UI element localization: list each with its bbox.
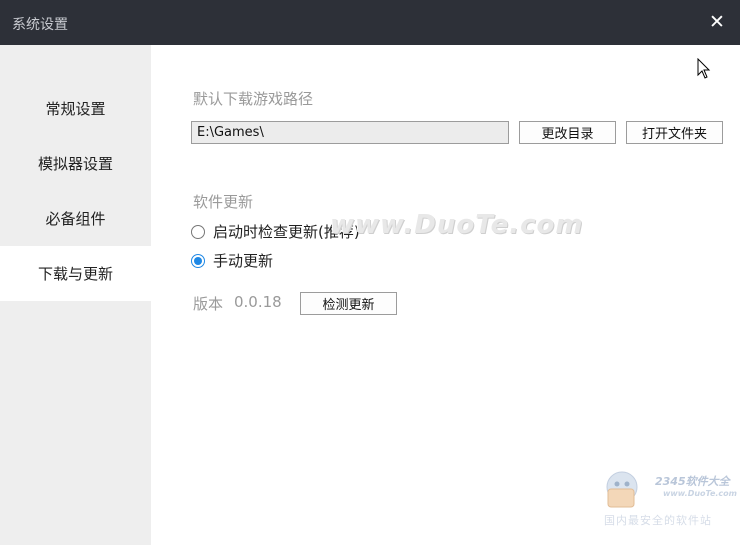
sidebar-item-label: 必备组件 [45, 210, 106, 228]
sidebar-item-download-update[interactable]: 下载与更新 [0, 246, 151, 301]
logo-url-text: www.DuoTe.com [663, 489, 737, 498]
sidebar-item-label: 模拟器设置 [37, 155, 113, 173]
sidebar-item-label: 下载与更新 [37, 265, 113, 283]
title-bar: 系统设置 ✕ [0, 0, 740, 45]
close-icon[interactable]: ✕ [704, 9, 730, 35]
radio-manual-update[interactable]: 手动更新 [191, 250, 273, 271]
download-path-input[interactable] [191, 121, 509, 144]
watermark-text: www.DuoTe.com [330, 210, 584, 240]
radio-button[interactable] [191, 224, 205, 239]
window-title: 系统设置 [12, 17, 68, 33]
check-update-button[interactable]: 检测更新 [300, 292, 397, 315]
radio-label: 手动更新 [213, 252, 274, 270]
logo-tagline-text: 国内最安全的软件站 [604, 514, 712, 527]
radio-button-checked[interactable] [191, 253, 205, 268]
sidebar: 常规设置 模拟器设置 必备组件 下载与更新 [0, 45, 151, 545]
version-value: 0.0.18 [234, 293, 282, 311]
version-label: 版本 [193, 295, 224, 313]
sidebar-item-emulator[interactable]: 模拟器设置 [0, 136, 151, 191]
download-path-label: 默认下载游戏路径 [193, 90, 314, 108]
sidebar-item-general[interactable]: 常规设置 [0, 81, 151, 136]
logo-brand-text: 2345软件大全 [655, 475, 730, 488]
open-folder-button[interactable]: 打开文件夹 [626, 121, 723, 144]
sidebar-item-components[interactable]: 必备组件 [0, 191, 151, 246]
software-update-label: 软件更新 [193, 193, 254, 211]
change-directory-button[interactable]: 更改目录 [519, 121, 616, 144]
mouse-cursor-icon [697, 58, 711, 79]
sidebar-item-label: 常规设置 [45, 100, 106, 118]
